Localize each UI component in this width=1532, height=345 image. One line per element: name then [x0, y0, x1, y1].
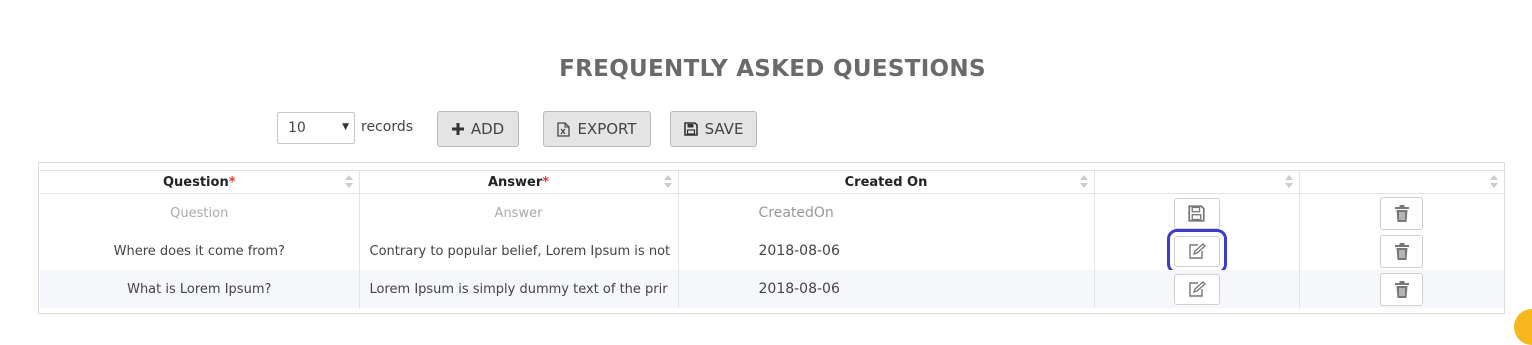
add-button-label: ADD [470, 120, 505, 138]
table-row: What is Lorem Ipsum? Lorem Ipsum is simp… [40, 270, 1504, 308]
column-header-label: Question [162, 174, 229, 190]
answer-cell: Lorem Ipsum is simply dummy text of the … [359, 270, 679, 308]
help-widget-button[interactable] [1514, 309, 1532, 345]
answer-input[interactable]: Answer [359, 193, 679, 232]
created-on-cell: 2018-08-06 [678, 270, 1095, 308]
save-button[interactable]: SAVE [670, 111, 757, 147]
page-size-select[interactable]: 10 ▼ [277, 112, 355, 144]
delete-row-button[interactable] [1380, 272, 1424, 306]
question-cell: Where does it come from? [40, 232, 360, 270]
save-button-label: SAVE [704, 120, 744, 138]
created-on-placeholder: CreatedOn [758, 205, 834, 221]
sort-icon[interactable] [1079, 175, 1088, 188]
question-input[interactable]: Question [40, 193, 360, 232]
delete-row-button[interactable] [1380, 234, 1424, 268]
export-button[interactable]: EXPORT [543, 111, 651, 147]
sort-icon[interactable] [344, 175, 353, 188]
sort-icon[interactable] [1490, 175, 1498, 188]
created-on-cell: 2018-08-06 [678, 232, 1095, 270]
page-size-value: 10 [288, 120, 306, 136]
column-header-delete[interactable] [1299, 170, 1504, 194]
question-cell: What is Lorem Ipsum? [40, 270, 360, 308]
sort-icon[interactable] [663, 175, 672, 188]
column-header-edit[interactable] [1094, 170, 1300, 194]
required-marker: * [228, 174, 236, 190]
plus-icon [451, 123, 464, 135]
column-header-label: Answer [487, 174, 543, 190]
edit-icon [1188, 281, 1206, 297]
column-header-answer[interactable]: Answer* [359, 170, 679, 194]
new-row: Question Answer CreatedOn [40, 193, 1504, 232]
answer-cell: Contrary to popular belief, Lorem Ipsum … [359, 232, 679, 270]
export-button-label: EXPORT [577, 120, 637, 138]
page-title: FREQUENTLY ASKED QUESTIONS [559, 56, 986, 82]
column-header-question[interactable]: Question* [40, 170, 360, 194]
column-header-label: Created On [844, 174, 928, 190]
chevron-down-icon: ▼ [342, 122, 349, 132]
table-row: Where does it come from? Contrary to pop… [40, 228, 1504, 274]
add-button[interactable]: ADD [437, 111, 519, 147]
trash-icon [1394, 280, 1409, 298]
sort-icon[interactable] [1284, 175, 1293, 188]
edit-row-button[interactable] [1173, 273, 1220, 305]
trash-icon [1394, 204, 1409, 222]
edit-icon [1188, 243, 1206, 259]
delete-row-button[interactable] [1380, 196, 1424, 230]
faq-grid: Question* Answer* Created On Question An… [38, 162, 1505, 314]
created-on-input[interactable]: CreatedOn [678, 193, 1095, 232]
question-placeholder: Question [170, 205, 229, 221]
answer-placeholder: Answer [494, 205, 543, 221]
required-marker: * [542, 174, 550, 190]
save-row-button[interactable] [1173, 197, 1220, 229]
trash-icon [1394, 242, 1409, 260]
floppy-icon [1188, 204, 1205, 222]
file-excel-icon [557, 121, 571, 137]
records-label: records [361, 119, 414, 135]
column-header-created-on[interactable]: Created On [678, 170, 1095, 194]
edit-row-button[interactable] [1166, 228, 1227, 274]
floppy-icon [683, 122, 698, 136]
